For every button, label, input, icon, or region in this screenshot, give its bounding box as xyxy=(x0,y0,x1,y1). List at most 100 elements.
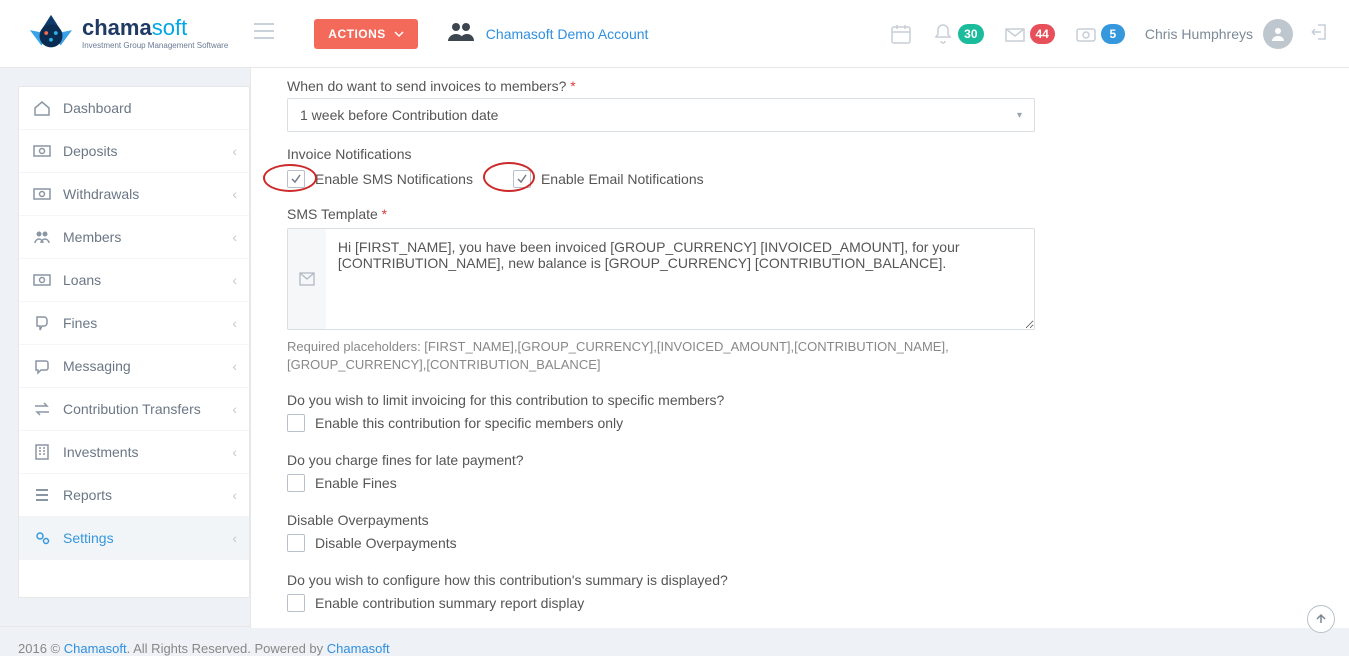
caret-down-icon: ▾ xyxy=(1017,110,1022,121)
logo-text: chamasoft xyxy=(82,17,228,39)
sidebar: Dashboard Deposits ‹ Withdrawals ‹ Membe… xyxy=(0,68,250,628)
sms-template-textarea[interactable] xyxy=(326,229,1034,329)
users-icon xyxy=(448,21,474,46)
user-menu[interactable]: Chris Humphreys xyxy=(1145,19,1293,49)
invoice-notifications-label: Invoice Notifications xyxy=(287,146,1313,162)
overpayments-question: Disable Overpayments xyxy=(287,512,1313,528)
sidebar-item-fines[interactable]: Fines ‹ xyxy=(19,302,249,345)
inbox-icon[interactable]: 44 xyxy=(1004,23,1055,45)
chevron-left-icon: ‹ xyxy=(232,401,237,417)
limit-members-checkbox[interactable]: Enable this contribution for specific me… xyxy=(287,414,623,432)
building-icon xyxy=(33,443,57,461)
chevron-left-icon: ‹ xyxy=(232,229,237,245)
topbar-icons: 30 44 5 xyxy=(890,23,1125,45)
thumbs-down-icon xyxy=(33,314,57,332)
fines-question: Do you charge fines for late payment? xyxy=(287,452,1313,468)
limit-members-question: Do you wish to limit invoicing for this … xyxy=(287,392,1313,408)
enable-fines-checkbox[interactable]: Enable Fines xyxy=(287,474,397,492)
sms-template-label: SMS Template * xyxy=(287,206,1313,222)
avatar xyxy=(1263,19,1293,49)
sidebar-item-reports[interactable]: Reports ‹ xyxy=(19,474,249,517)
chevron-down-icon xyxy=(394,29,404,39)
sidebar-item-dashboard[interactable]: Dashboard xyxy=(19,87,249,130)
footer-powered-link[interactable]: Chamasoft xyxy=(327,641,390,656)
sidebar-item-members[interactable]: Members ‹ xyxy=(19,216,249,259)
logo-icon xyxy=(28,12,74,56)
sidebar-item-messaging[interactable]: Messaging ‹ xyxy=(19,345,249,388)
sidebar-item-investments[interactable]: Investments ‹ xyxy=(19,431,249,474)
logo[interactable]: chamasoft Investment Group Management So… xyxy=(28,12,228,56)
when-label: When do want to send invoices to members… xyxy=(287,78,1313,94)
account-name: Chamasoft Demo Account xyxy=(486,26,649,42)
chevron-left-icon: ‹ xyxy=(232,272,237,288)
gears-icon xyxy=(33,529,57,547)
content-panel: When do want to send invoices to members… xyxy=(250,68,1349,628)
users-icon xyxy=(33,228,57,246)
chevron-left-icon: ‹ xyxy=(232,530,237,546)
sms-template-hint: Required placeholders: [FIRST_NAME],[GRO… xyxy=(287,338,1035,374)
sidebar-item-label: Investments xyxy=(63,444,138,460)
checkbox-icon xyxy=(287,594,305,612)
annotation-circle xyxy=(263,164,317,192)
chevron-left-icon: ‹ xyxy=(232,358,237,374)
when-select[interactable]: 1 week before Contribution date ▾ xyxy=(287,98,1035,132)
wallet-badge: 5 xyxy=(1101,24,1125,44)
sidebar-item-label: Contribution Transfers xyxy=(63,401,201,417)
limit-members-label: Enable this contribution for specific me… xyxy=(315,415,623,431)
sidebar-item-withdrawals[interactable]: Withdrawals ‹ xyxy=(19,173,249,216)
sidebar-item-deposits[interactable]: Deposits ‹ xyxy=(19,130,249,173)
sidebar-item-settings[interactable]: Settings ‹ xyxy=(19,517,249,560)
sms-template-field xyxy=(287,228,1035,330)
sidebar-item-transfers[interactable]: Contribution Transfers ‹ xyxy=(19,388,249,431)
summary-checkbox[interactable]: Enable contribution summary report displ… xyxy=(287,594,584,612)
actions-button[interactable]: ACTIONS xyxy=(314,19,418,49)
swap-icon xyxy=(33,400,57,418)
sidebar-item-label: Dashboard xyxy=(63,100,132,116)
account-link[interactable]: Chamasoft Demo Account xyxy=(448,21,649,46)
sidebar-item-label: Deposits xyxy=(63,143,117,159)
footer: 2016 © Chamasoft. All Rights Reserved. P… xyxy=(0,626,1349,656)
sidebar-item-label: Loans xyxy=(63,272,101,288)
chevron-left-icon: ‹ xyxy=(232,444,237,460)
bell-badge: 30 xyxy=(958,24,983,44)
topbar: chamasoft Investment Group Management So… xyxy=(0,0,1349,68)
back-to-top-button[interactable] xyxy=(1307,605,1335,633)
sidebar-item-loans[interactable]: Loans ‹ xyxy=(19,259,249,302)
arrow-up-icon xyxy=(1314,612,1328,626)
calendar-icon[interactable] xyxy=(890,23,912,45)
checkbox-icon xyxy=(287,534,305,552)
disable-overpayments-checkbox[interactable]: Disable Overpayments xyxy=(287,534,457,552)
chevron-left-icon: ‹ xyxy=(232,186,237,202)
footer-brand-link[interactable]: Chamasoft xyxy=(64,641,127,656)
annotation-circle xyxy=(483,162,535,192)
chat-icon xyxy=(33,357,57,375)
envelope-icon xyxy=(288,229,326,329)
sidebar-item-label: Fines xyxy=(63,315,97,331)
summary-question: Do you wish to configure how this contri… xyxy=(287,572,1313,588)
inbox-badge: 44 xyxy=(1030,24,1055,44)
chevron-left-icon: ‹ xyxy=(232,487,237,503)
enable-email-label: Enable Email Notifications xyxy=(541,171,704,187)
when-select-value: 1 week before Contribution date xyxy=(300,107,498,123)
enable-email-checkbox[interactable]: Enable Email Notifications xyxy=(513,170,704,188)
checkbox-icon xyxy=(287,414,305,432)
enable-fines-label: Enable Fines xyxy=(315,475,397,491)
list-icon xyxy=(33,486,57,504)
money-icon xyxy=(33,142,57,160)
user-name: Chris Humphreys xyxy=(1145,26,1253,42)
sidebar-item-label: Members xyxy=(63,229,121,245)
sidebar-item-label: Messaging xyxy=(63,358,131,374)
chevron-left-icon: ‹ xyxy=(232,143,237,159)
enable-sms-label: Enable SMS Notifications xyxy=(315,171,473,187)
summary-label: Enable contribution summary report displ… xyxy=(315,595,584,611)
actions-button-label: ACTIONS xyxy=(328,27,386,41)
menu-toggle-icon[interactable] xyxy=(254,22,274,45)
wallet-icon[interactable]: 5 xyxy=(1075,23,1125,45)
logout-icon[interactable] xyxy=(1311,23,1329,44)
money-icon xyxy=(33,185,57,203)
sidebar-item-label: Withdrawals xyxy=(63,186,139,202)
bell-icon[interactable]: 30 xyxy=(932,23,983,45)
sidebar-item-label: Reports xyxy=(63,487,112,503)
money-icon xyxy=(33,271,57,289)
sidebar-item-label: Settings xyxy=(63,530,114,546)
